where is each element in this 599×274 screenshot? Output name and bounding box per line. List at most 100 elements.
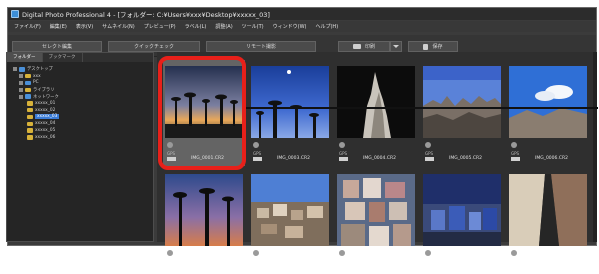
thumbnail-filename: IMG_0005.CR2 (449, 156, 482, 161)
raw-badge (253, 157, 262, 161)
tree-item-label: ライブラリ (33, 87, 55, 93)
menu-label[interactable]: ラベル(L) (185, 23, 207, 30)
tree-item-label: xxxxx_06 (35, 134, 56, 140)
print-label: 印刷 (364, 44, 375, 50)
expand-icon[interactable] (19, 87, 23, 92)
thumbnail-cell[interactable] (249, 168, 331, 274)
folder-tree: デスクトップ xxx PC ライブラリ ネットワーク xxxxx_01 xxxx… (7, 62, 153, 141)
folder-icon (27, 135, 33, 140)
gps-label: GPS (425, 151, 434, 156)
save-label: 保存 (432, 44, 443, 50)
thumbnail-cell[interactable]: GPS IMG_0003.CR2 (249, 60, 331, 166)
folder-icon (27, 121, 33, 127)
expand-icon[interactable] (13, 67, 17, 72)
thumbnail-filename: IMG_0003.CR2 (277, 156, 310, 161)
tree-item-label: xxx (33, 73, 41, 79)
thumbnail-image (251, 174, 329, 246)
thumbnail-cell[interactable]: GPS IMG_0006.CR2 (507, 60, 589, 166)
tree-item-folder-selected[interactable]: xxxxx_03 (7, 114, 153, 121)
thumbnail-cell[interactable] (163, 168, 245, 274)
tree-item-label: xxxxx_04 (35, 121, 56, 127)
tree-item-network[interactable]: ネットワーク (7, 93, 153, 100)
check-mark-icon[interactable] (339, 250, 345, 256)
menu-thumbnail[interactable]: サムネイル(N) (102, 23, 135, 30)
gps-label: GPS (339, 151, 348, 156)
quick-check-label: クイックチェック (133, 44, 174, 50)
thumbnail-image (337, 174, 415, 246)
thumbnail-cell[interactable] (335, 168, 417, 274)
check-mark-icon[interactable] (425, 142, 431, 148)
menu-adjust[interactable]: 調整(A) (215, 23, 232, 30)
title-bar: Digital Photo Professional 4 - [フォルダー: C… (8, 8, 596, 20)
thumbnail-cell[interactable] (421, 168, 503, 274)
menu-file[interactable]: ファイル(F) (14, 23, 41, 30)
expand-icon[interactable] (19, 80, 23, 85)
print-button[interactable]: 印刷 (338, 41, 390, 52)
raw-badge (339, 157, 348, 161)
remote-capture-label: リモート撮影 (245, 44, 276, 50)
tree-item-label: デスクトップ (27, 67, 53, 73)
raw-badge (511, 157, 520, 161)
thumbnail-image (423, 174, 501, 246)
menu-edit[interactable]: 編集(E) (50, 23, 67, 30)
pc-icon (25, 80, 31, 86)
tab-bookmark[interactable]: ブックマーク (43, 53, 83, 62)
check-mark-icon[interactable] (511, 250, 517, 256)
check-mark-icon[interactable] (339, 142, 345, 148)
vertical-scrollbar[interactable] (593, 52, 597, 242)
expand-icon[interactable] (19, 74, 23, 79)
remote-capture-button[interactable]: リモート撮影 (206, 41, 316, 52)
network-icon (25, 94, 31, 99)
tree-item-library[interactable]: ライブラリ (7, 86, 153, 93)
raw-badge (425, 157, 434, 161)
tab-folder[interactable]: フォルダー (7, 53, 43, 62)
thumbnail-cell[interactable] (507, 168, 589, 274)
menu-help[interactable]: ヘルプ(H) (315, 23, 338, 30)
app-icon (11, 10, 19, 18)
check-mark-icon[interactable] (253, 250, 259, 256)
window-title: Digital Photo Professional 4 - [フォルダー: C… (22, 11, 270, 19)
thumbnail-cell[interactable]: GPS IMG_0004.CR2 (335, 60, 417, 166)
menu-preview[interactable]: プレビュー(P) (144, 23, 176, 30)
quick-check-button[interactable]: クイックチェック (108, 41, 200, 52)
tree-item-desktop[interactable]: デスクトップ (7, 66, 153, 73)
folder-icon (27, 128, 33, 133)
folder-icon (27, 114, 33, 120)
gps-label: GPS (253, 151, 262, 156)
check-mark-icon[interactable] (167, 250, 173, 256)
menu-tools[interactable]: ツール(T) (242, 23, 264, 30)
select-edit-label: セレクト編集 (41, 44, 72, 50)
tree-item-label: xxxxx_01 (35, 100, 56, 106)
tree-item-folder[interactable]: xxxxx_05 (7, 127, 153, 134)
expand-icon[interactable] (19, 94, 23, 99)
gps-label: GPS (511, 151, 520, 156)
tree-item-folder[interactable]: xxxxx_02 (7, 107, 153, 114)
menu-window[interactable]: ウィンドウ(W) (273, 23, 307, 30)
folder-icon (27, 101, 33, 106)
tree-item-label: PC (33, 80, 39, 86)
check-mark-icon[interactable] (253, 142, 259, 148)
save-button[interactable]: 保存 (408, 41, 458, 52)
thumbnail-image (509, 174, 587, 246)
desktop-icon (19, 67, 25, 72)
printer-icon (352, 44, 361, 49)
folder-panel: フォルダー ブックマーク デスクトップ xxx PC ライブラリ ネットワーク … (6, 52, 154, 242)
check-mark-icon[interactable] (511, 142, 517, 148)
tree-item-pc[interactable]: PC (7, 80, 153, 87)
tree-item-folder[interactable]: xxxxx_01 (7, 100, 153, 107)
tree-item-user[interactable]: xxx (7, 73, 153, 80)
tree-item-label: xxxxx_05 (35, 128, 56, 134)
thumbnail-cell[interactable]: GPS IMG_0005.CR2 (421, 60, 503, 166)
save-icon (423, 43, 429, 50)
menu-bar: ファイル(F) 編集(E) 表示(V) サムネイル(N) プレビュー(P) ラベ… (8, 21, 596, 32)
thumbnail-image (509, 66, 587, 138)
check-mark-icon[interactable] (425, 250, 431, 256)
callout-line (246, 107, 598, 109)
select-edit-button[interactable]: セレクト編集 (12, 41, 102, 52)
chevron-down-icon (393, 45, 399, 48)
menu-view[interactable]: 表示(V) (76, 23, 93, 30)
print-dropdown-button[interactable] (390, 41, 402, 52)
tree-item-label: xxxxx_03 (35, 114, 60, 120)
tree-item-folder[interactable]: xxxxx_04 (7, 120, 153, 127)
tree-item-folder[interactable]: xxxxx_06 (7, 134, 153, 141)
